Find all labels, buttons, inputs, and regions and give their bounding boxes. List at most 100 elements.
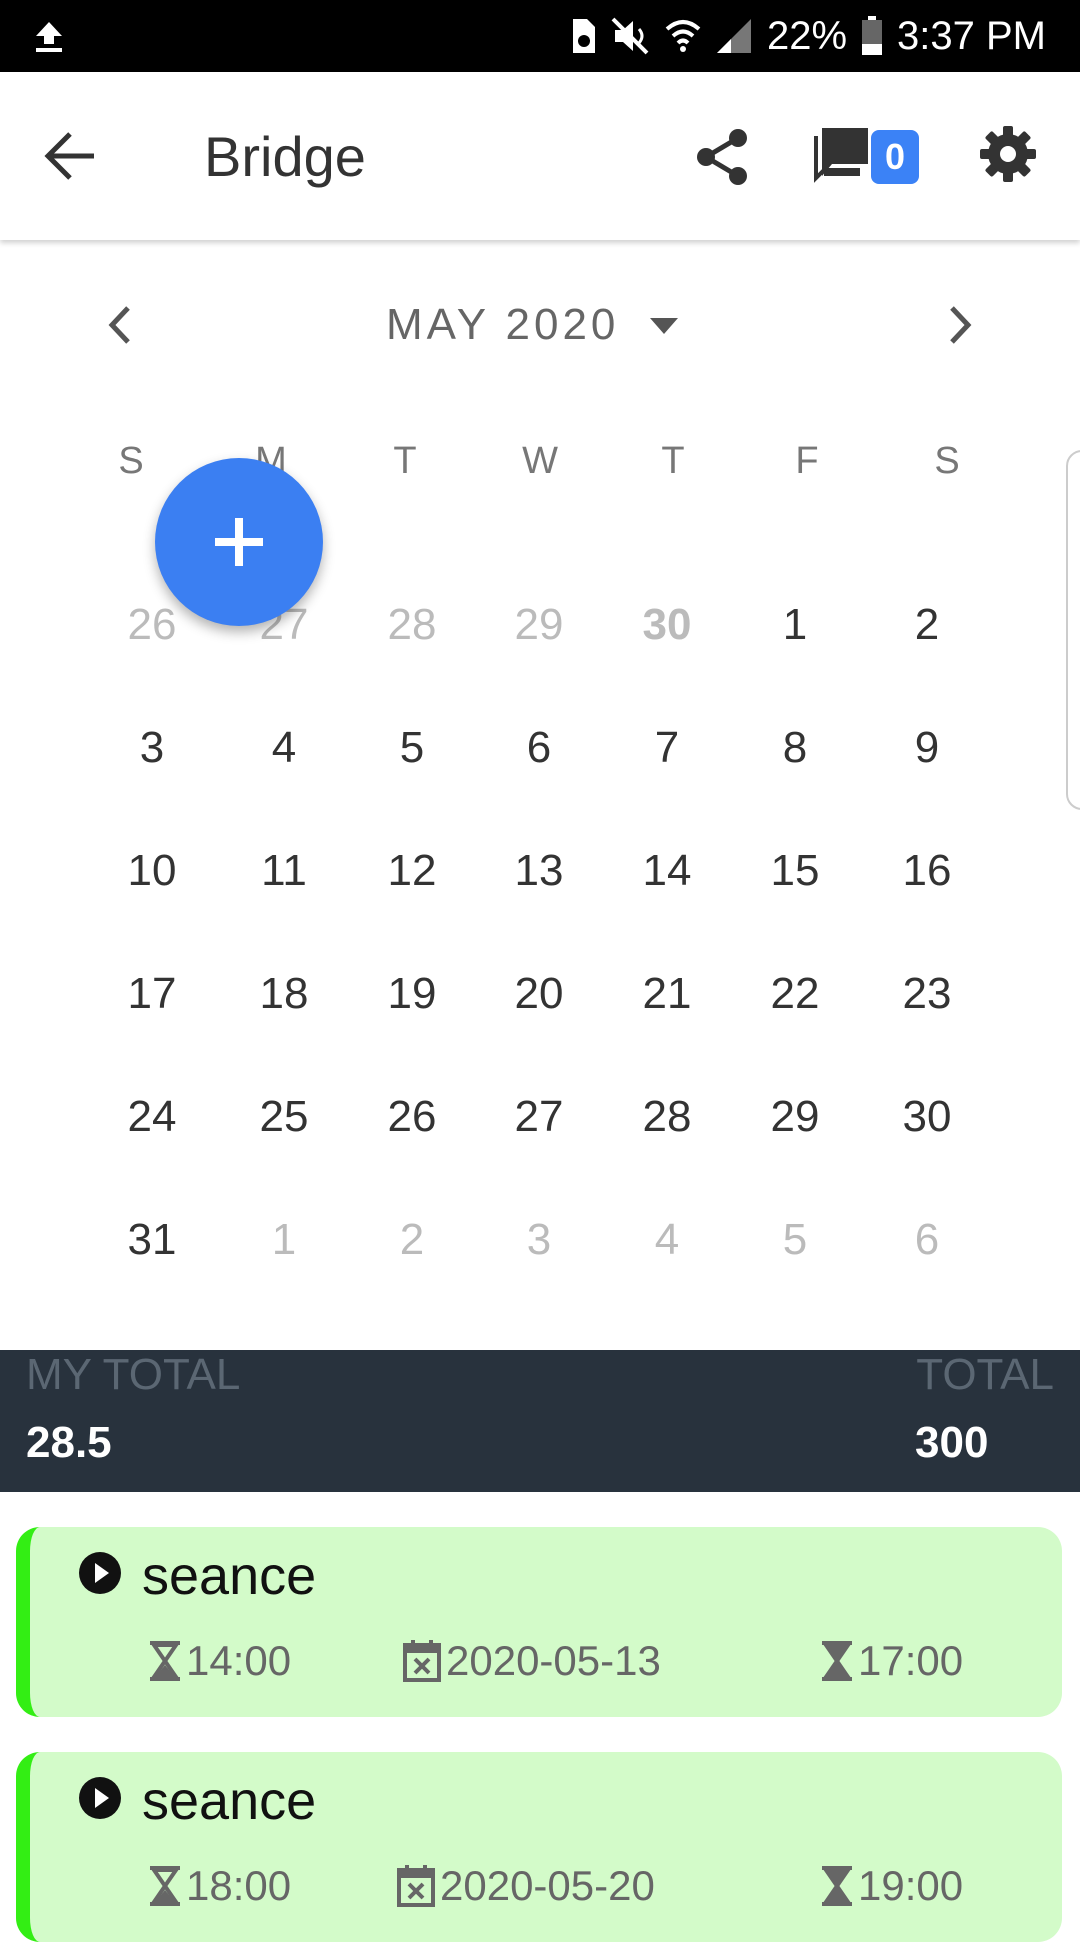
battery-percentage: 22% bbox=[766, 13, 848, 58]
caret-down-icon[interactable] bbox=[646, 314, 682, 338]
calendar-day[interactable]: 18 bbox=[229, 969, 339, 1019]
weekday-label: F bbox=[795, 440, 819, 482]
wifi-icon bbox=[665, 20, 701, 52]
side-drawer-handle[interactable] bbox=[1066, 450, 1080, 810]
session-end-time: 17:00 bbox=[858, 1637, 964, 1684]
calendar-day[interactable]: 8 bbox=[740, 723, 850, 773]
calendar-day[interactable]: 29 bbox=[740, 1092, 850, 1142]
upload-icon bbox=[36, 22, 62, 52]
chat-count-badge[interactable]: 0 bbox=[871, 130, 919, 184]
settings-gear-icon[interactable] bbox=[978, 124, 1038, 184]
calendar-day[interactable]: 23 bbox=[872, 969, 982, 1019]
plus-icon bbox=[215, 518, 263, 566]
page-title: Bridge bbox=[204, 125, 366, 188]
calendar-day-outside-month[interactable]: 28 bbox=[357, 600, 467, 650]
battery-icon bbox=[862, 16, 883, 55]
total-value: 300 bbox=[915, 1418, 989, 1467]
calendar-day[interactable]: 26 bbox=[357, 1092, 467, 1142]
signal-icon bbox=[716, 19, 751, 53]
calendar-day[interactable]: 16 bbox=[872, 846, 982, 896]
calendar-day[interactable]: 13 bbox=[484, 846, 594, 896]
calendar-day[interactable]: 11 bbox=[229, 846, 339, 896]
session-date: 2020-05-13 bbox=[402, 1637, 661, 1685]
calendar-day[interactable]: 7 bbox=[612, 723, 722, 773]
calendar-day[interactable]: 22 bbox=[740, 969, 850, 1019]
calendar-day-outside-month[interactable]: 3 bbox=[484, 1215, 594, 1265]
calendar-day[interactable]: 2 bbox=[872, 600, 982, 650]
total-label: TOTAL bbox=[916, 1350, 1054, 1399]
session-card[interactable]: seance 14:00 2020-05-13 17:00 bbox=[16, 1527, 1062, 1717]
session-start-time: 18:00 bbox=[186, 1862, 292, 1909]
calendar-day[interactable]: 28 bbox=[612, 1092, 722, 1142]
month-navigation: MAY 2020 bbox=[0, 290, 1080, 360]
session-end-time: 19:00 bbox=[858, 1862, 964, 1909]
totals-bar: MY TOTAL TOTAL 28.5 300 bbox=[0, 1350, 1080, 1492]
play-circle-icon[interactable] bbox=[78, 1551, 122, 1595]
calendar-day-outside-month[interactable]: 4 bbox=[612, 1215, 722, 1265]
hourglass-end-icon bbox=[822, 1641, 852, 1681]
session-date-text: 2020-05-13 bbox=[446, 1637, 661, 1684]
weekday-label: T bbox=[661, 440, 685, 482]
calendar-day[interactable]: 12 bbox=[357, 846, 467, 896]
weekday-header-row: S M T W T F S bbox=[0, 440, 1080, 490]
previous-month-chevron-icon[interactable] bbox=[100, 300, 140, 350]
back-arrow-icon[interactable] bbox=[42, 126, 102, 186]
share-icon[interactable] bbox=[694, 128, 752, 186]
calendar-day[interactable]: 30 bbox=[872, 1092, 982, 1142]
session-start-time: 14:00 bbox=[186, 1637, 292, 1684]
my-total-value: 28.5 bbox=[26, 1418, 112, 1467]
weekday-label: S bbox=[934, 440, 960, 482]
app-bar: Bridge 0 bbox=[0, 72, 1080, 240]
add-event-fab-button[interactable] bbox=[155, 458, 323, 626]
session-date-text: 2020-05-20 bbox=[440, 1862, 655, 1909]
session-name: seance bbox=[142, 1546, 317, 1606]
next-month-chevron-icon[interactable] bbox=[940, 300, 980, 350]
calendar-day-outside-month[interactable]: 30 bbox=[612, 600, 722, 650]
calendar-day[interactable]: 9 bbox=[872, 723, 982, 773]
calendar-day[interactable]: 3 bbox=[97, 723, 207, 773]
session-end: 17:00 bbox=[820, 1637, 963, 1685]
calendar-day[interactable]: 27 bbox=[484, 1092, 594, 1142]
play-circle-icon[interactable] bbox=[78, 1776, 122, 1820]
calendar-day[interactable]: 24 bbox=[97, 1092, 207, 1142]
session-start: 18:00 bbox=[148, 1862, 291, 1910]
calendar-day[interactable]: 5 bbox=[357, 723, 467, 773]
clock: 3:37 PM bbox=[897, 13, 1046, 58]
sim-icon bbox=[572, 19, 595, 53]
calendar-day-outside-month[interactable]: 5 bbox=[740, 1215, 850, 1265]
month-label[interactable]: MAY 2020 bbox=[386, 300, 619, 350]
weekday-label: W bbox=[522, 440, 558, 482]
hourglass-end-icon bbox=[822, 1866, 852, 1906]
chat-icon[interactable] bbox=[812, 124, 876, 184]
calendar-day[interactable]: 21 bbox=[612, 969, 722, 1019]
calendar-day[interactable]: 1 bbox=[740, 600, 850, 650]
session-start: 14:00 bbox=[148, 1637, 291, 1685]
calendar-day[interactable]: 6 bbox=[484, 723, 594, 773]
calendar-day-outside-month[interactable]: 2 bbox=[357, 1215, 467, 1265]
calendar-day[interactable]: 10 bbox=[97, 846, 207, 896]
calendar-cancel-icon bbox=[403, 1640, 441, 1682]
session-end: 19:00 bbox=[820, 1862, 963, 1910]
session-date: 2020-05-20 bbox=[396, 1862, 655, 1910]
my-total-label: MY TOTAL bbox=[26, 1350, 241, 1399]
calendar-day-outside-month[interactable]: 1 bbox=[229, 1215, 339, 1265]
calendar-day[interactable]: 4 bbox=[229, 723, 339, 773]
weekday-label: T bbox=[393, 440, 417, 482]
session-name: seance bbox=[142, 1771, 317, 1831]
calendar-day[interactable]: 20 bbox=[484, 969, 594, 1019]
calendar-day[interactable]: 15 bbox=[740, 846, 850, 896]
calendar-day[interactable]: 17 bbox=[97, 969, 207, 1019]
calendar-cancel-icon bbox=[397, 1865, 435, 1907]
hourglass-start-icon bbox=[150, 1641, 180, 1681]
hourglass-start-icon bbox=[150, 1866, 180, 1906]
calendar-day[interactable]: 19 bbox=[357, 969, 467, 1019]
status-bar: 22% 3:37 PM bbox=[0, 0, 1080, 72]
session-card[interactable]: seance 18:00 2020-05-20 19:00 bbox=[16, 1752, 1062, 1942]
calendar-day[interactable]: 25 bbox=[229, 1092, 339, 1142]
mute-icon bbox=[611, 17, 649, 55]
calendar-day-outside-month[interactable]: 29 bbox=[484, 600, 594, 650]
calendar-day-outside-month[interactable]: 6 bbox=[872, 1215, 982, 1265]
calendar-day[interactable]: 31 bbox=[97, 1215, 207, 1265]
calendar-day[interactable]: 14 bbox=[612, 846, 722, 896]
weekday-label: S bbox=[118, 440, 144, 482]
